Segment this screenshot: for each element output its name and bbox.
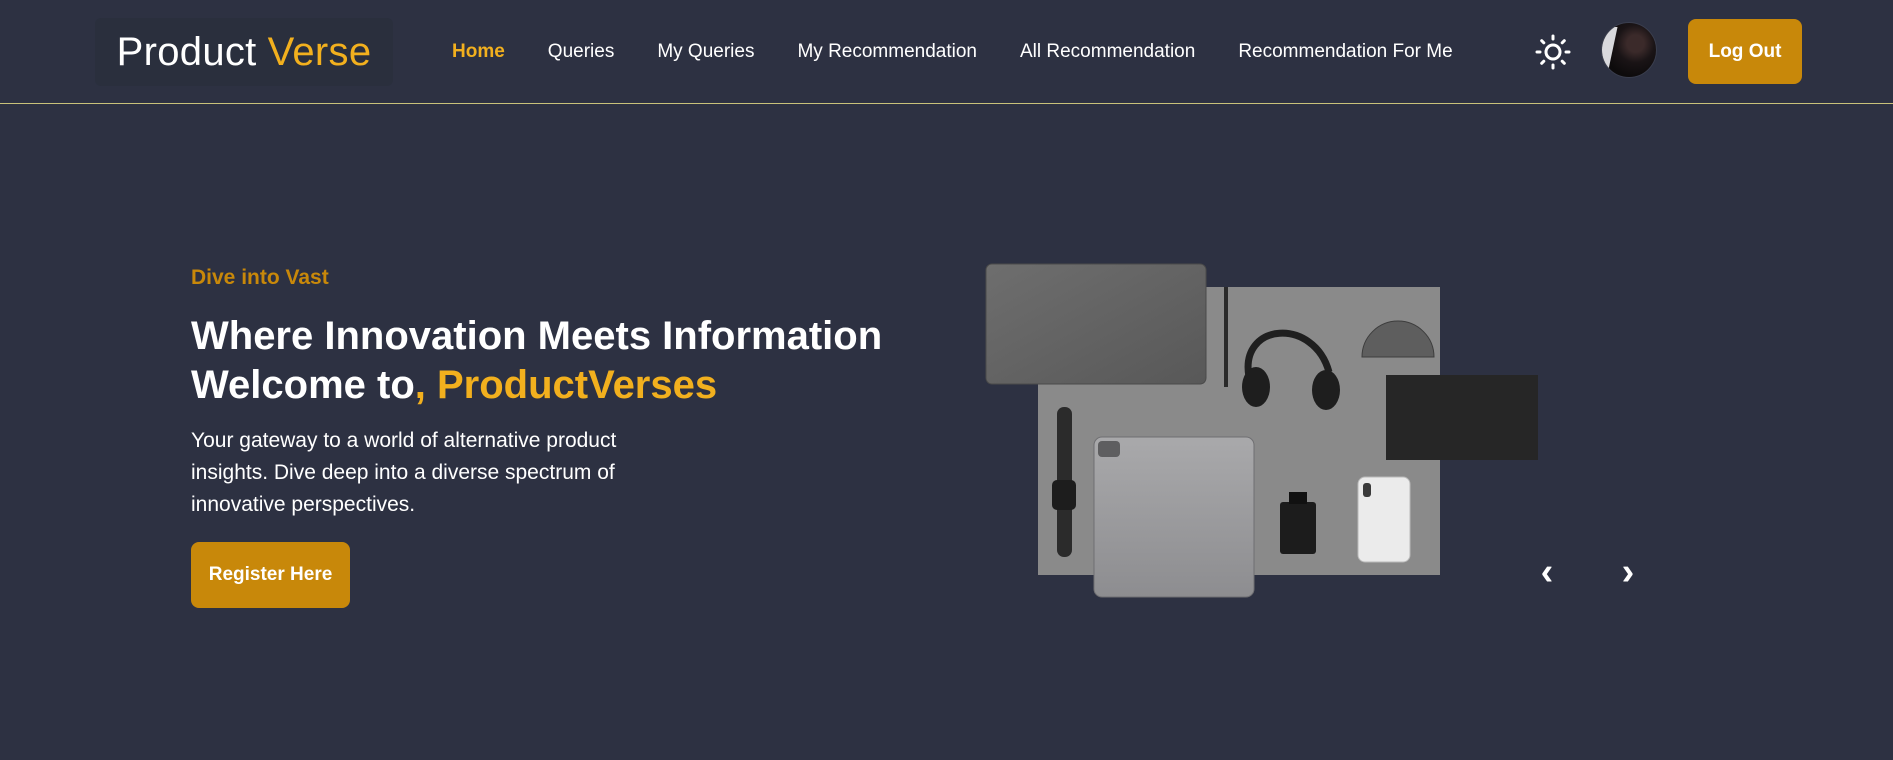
brand-word-verse: Verse <box>267 29 372 74</box>
brand-logo[interactable]: Product Verse <box>95 18 393 86</box>
brand-word-product: Product <box>116 29 257 74</box>
logout-button[interactable]: Log Out <box>1688 19 1802 84</box>
hero-headline: Where Innovation Meets Information Welco… <box>191 312 882 410</box>
sun-icon <box>1535 34 1571 70</box>
nav-link-home[interactable]: Home <box>452 41 505 63</box>
theme-toggle[interactable] <box>1532 31 1574 73</box>
user-avatar[interactable] <box>1601 22 1657 78</box>
hero-eyebrow: Dive into Vast <box>191 266 329 289</box>
carousel-prev-button[interactable]: ‹ <box>1532 552 1562 592</box>
register-button[interactable]: Register Here <box>191 542 350 608</box>
nav-link-my-recommendation[interactable]: My Recommendation <box>797 41 977 63</box>
carousel-next-button[interactable]: › <box>1613 552 1643 592</box>
headline-line-2-prefix: Welcome to <box>191 363 415 407</box>
hero-description: Your gateway to a world of alternative p… <box>191 429 617 516</box>
main-nav: Home Queries My Queries My Recommendatio… <box>452 0 1496 104</box>
navbar: Product Verse Home Queries My Queries My… <box>0 0 1893 104</box>
headline-line-1: Where Innovation Meets Information <box>191 314 883 358</box>
nav-link-all-recommendation[interactable]: All Recommendation <box>1020 41 1195 63</box>
headline-line-2-accent: , ProductVerses <box>414 363 718 407</box>
nav-link-my-queries[interactable]: My Queries <box>657 41 754 63</box>
nav-link-queries[interactable]: Queries <box>548 41 615 63</box>
nav-link-recommendation-for-me[interactable]: Recommendation For Me <box>1238 41 1452 63</box>
hero-product-image <box>984 262 1540 599</box>
